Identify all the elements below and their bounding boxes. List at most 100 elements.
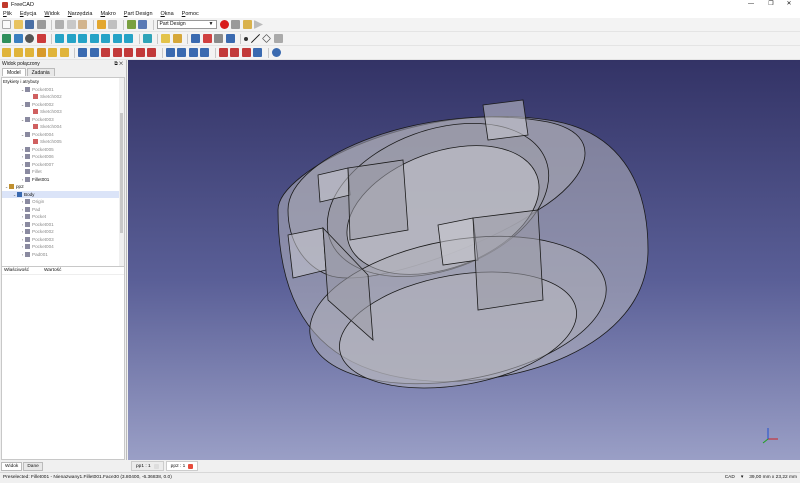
3d-model-render[interactable] (128, 60, 800, 460)
close-button[interactable]: ✕ (778, 0, 800, 9)
thickness-icon[interactable] (253, 48, 262, 57)
additive-primitive-icon[interactable] (59, 48, 69, 57)
menu-widok[interactable]: Widok (44, 11, 59, 17)
close-icon[interactable] (153, 463, 159, 469)
draft-icon[interactable] (241, 48, 251, 57)
view-front-icon[interactable] (66, 34, 76, 43)
stop-macro-icon[interactable] (231, 20, 240, 29)
view-right-icon[interactable] (89, 34, 99, 43)
tree-item[interactable]: › Pocket001 (2, 221, 124, 229)
panel-float-close-icon[interactable]: ⧉ ✕ (114, 60, 123, 68)
save-icon[interactable] (25, 20, 34, 29)
datum-line-icon[interactable] (250, 34, 260, 43)
view-left-icon[interactable] (124, 34, 133, 43)
tree-item[interactable]: Fillet (2, 168, 124, 176)
part-icon[interactable] (161, 34, 170, 43)
tab-zadania[interactable]: Zadania (26, 68, 55, 76)
tree-item[interactable]: › Fillet001 (2, 176, 124, 184)
tree-item[interactable]: Sketch005 (2, 138, 124, 146)
sketch-icon[interactable] (202, 34, 212, 43)
draw-style-icon[interactable] (25, 34, 34, 43)
menu-edycja[interactable]: Edycja (20, 11, 37, 17)
tree-item[interactable]: › Pocket006 (2, 153, 124, 161)
additive-loft-icon[interactable] (25, 48, 34, 57)
refresh-icon[interactable] (126, 20, 136, 29)
pocket-icon[interactable] (78, 48, 87, 57)
edit-macro-icon[interactable] (242, 20, 252, 29)
tree-item[interactable]: Sketch003 (2, 108, 124, 116)
datum-plane-icon[interactable] (262, 34, 271, 43)
open-icon[interactable] (13, 20, 23, 29)
workbench-select[interactable]: Part Design ▼ (156, 20, 217, 29)
subtractive-helix-icon[interactable] (135, 48, 145, 57)
tree-item[interactable]: ⌄ Pocket003 (2, 116, 124, 124)
tree-item[interactable]: › Pocket004 (2, 243, 124, 251)
multi-transform-icon[interactable] (200, 48, 209, 57)
tree-item[interactable]: › Pad (2, 206, 124, 214)
fillet-icon[interactable] (218, 48, 228, 57)
tree-item[interactable]: ⌄ Body (2, 190, 124, 198)
subtractive-loft-icon[interactable] (112, 48, 122, 57)
pad-icon[interactable] (2, 48, 11, 57)
group-icon[interactable] (172, 34, 182, 43)
menu-makro[interactable]: Makro (100, 11, 115, 17)
new-icon[interactable] (2, 20, 11, 29)
redo-icon[interactable] (108, 20, 117, 29)
groove-icon[interactable] (101, 48, 110, 57)
validate-sketch-icon[interactable] (214, 34, 223, 43)
tree-item[interactable]: › Pocket002 (2, 228, 124, 236)
3d-viewport[interactable] (128, 60, 800, 460)
undo-icon[interactable] (96, 20, 106, 29)
view-rear-icon[interactable] (101, 34, 110, 43)
tab-model[interactable]: Model (2, 68, 26, 76)
additive-pipe-icon[interactable] (36, 48, 46, 57)
linear-pattern-icon[interactable] (177, 48, 186, 57)
subtractive-primitive-icon[interactable] (147, 48, 156, 57)
view-top-icon[interactable] (78, 34, 87, 43)
tab-widok[interactable]: Widok (1, 462, 23, 471)
tree-item[interactable]: › Pocket (2, 213, 124, 221)
tree-item[interactable]: › Pocket007 (2, 161, 124, 169)
tree-item[interactable]: ⌄ Pocket002 (2, 101, 124, 109)
shape-binder-icon[interactable] (273, 34, 283, 43)
tree-item[interactable]: › Pad001 (2, 251, 124, 259)
measure-icon[interactable] (142, 34, 152, 43)
tree-item[interactable]: ⌄ Pocket004 (2, 131, 124, 139)
hole-icon[interactable] (89, 48, 99, 57)
tree-item[interactable]: Sketch004 (2, 123, 124, 131)
tree-item[interactable]: › Pocket003 (2, 236, 124, 244)
fit-all-icon[interactable] (2, 34, 11, 43)
document-tab-pp1[interactable]: pp1 : 1 (131, 461, 164, 471)
menu-part-design[interactable]: Part Design (124, 11, 153, 17)
close-icon[interactable] (188, 463, 194, 469)
tree-item[interactable]: ⌄ Pocket001 (2, 86, 124, 94)
revolution-icon[interactable] (13, 48, 23, 57)
document-tab-pp2[interactable]: pp2 : 1 (165, 461, 199, 471)
view-iso-icon[interactable] (55, 34, 64, 43)
polar-pattern-icon[interactable] (188, 48, 198, 57)
navigation-style[interactable]: CAD (725, 473, 735, 483)
paste-icon[interactable] (78, 20, 87, 29)
record-macro-icon[interactable] (219, 20, 229, 29)
cut-icon[interactable] (55, 20, 64, 29)
tree-scrollbar-thumb[interactable] (120, 113, 123, 233)
copy-icon[interactable] (66, 20, 76, 29)
tree-item[interactable]: ⌄ pp2 (2, 183, 124, 191)
tree-item[interactable]: Sketch002 (2, 93, 124, 101)
body-icon[interactable] (191, 34, 200, 43)
mirrored-icon[interactable] (165, 48, 175, 57)
chamfer-icon[interactable] (230, 48, 239, 57)
menu-narzedzia[interactable]: Narzędzia (68, 11, 93, 17)
view-bottom-icon[interactable] (112, 34, 122, 43)
stereo-icon[interactable] (36, 34, 46, 43)
tree-item[interactable]: › Origin (2, 198, 124, 206)
datum-point-icon[interactable] (244, 36, 248, 41)
print-icon[interactable] (36, 20, 46, 29)
boolean-icon[interactable] (271, 48, 281, 57)
menu-plik[interactable]: Plik (3, 11, 12, 17)
fit-selection-icon[interactable] (13, 34, 23, 43)
run-macro-icon[interactable] (254, 20, 263, 29)
clone-icon[interactable] (225, 34, 235, 43)
menu-okna[interactable]: Okna (161, 11, 174, 17)
menu-pomoc[interactable]: Pomoc (182, 11, 199, 17)
